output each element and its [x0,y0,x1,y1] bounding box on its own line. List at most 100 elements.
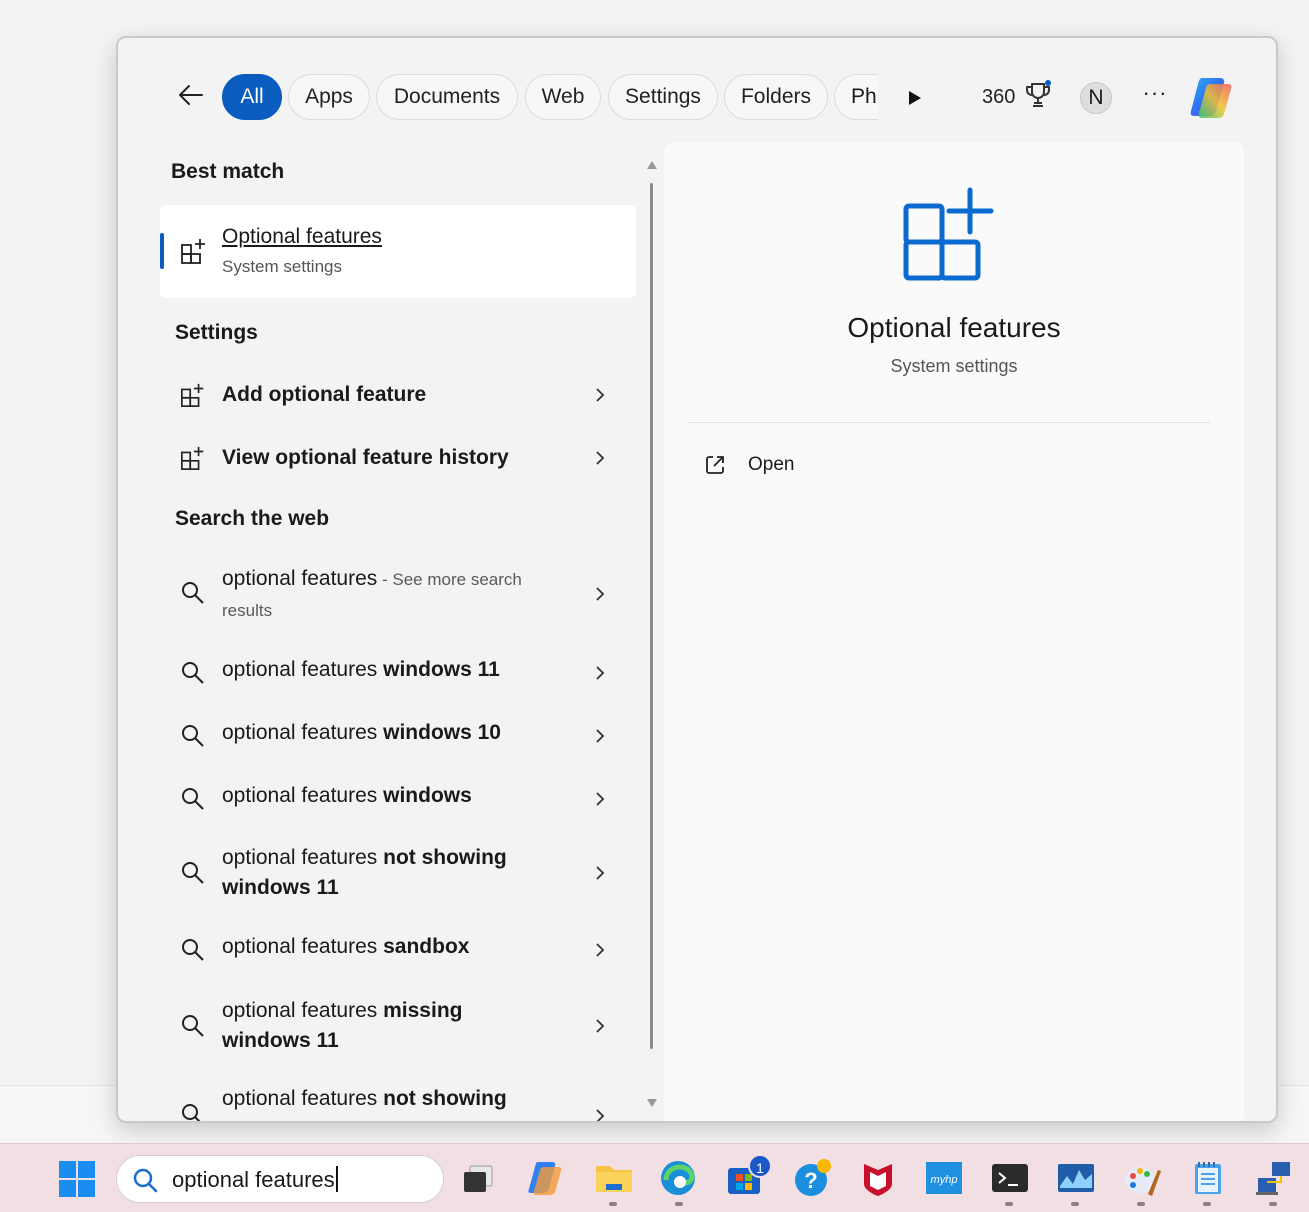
web-result-item[interactable]: optional features windows [160,774,636,824]
chevron-right-icon [596,729,605,743]
running-indicator [1005,1202,1013,1206]
web-result-item[interactable]: optional features missing windows 11 [160,990,636,1062]
running-indicator [1203,1202,1211,1206]
preview-title: Optional features [847,312,1061,343]
get-help-icon[interactable]: ? [792,1158,832,1198]
taskbar: optional features 1 ? myhp [0,1143,1309,1212]
settings-heading: Settings [175,321,258,344]
chevron-right-icon [596,1109,605,1121]
web-result-item[interactable]: optional features sandbox [160,925,636,975]
web-result-query: optional features [222,1087,378,1110]
settings-item-view-optional-feature-history[interactable]: View optional feature history [160,433,636,483]
chevron-right-icon [596,1019,605,1033]
tab-all[interactable]: All [222,74,282,120]
search-icon [182,1104,201,1121]
optional-features-icon [181,446,204,470]
web-result-item[interactable]: optional features not showing [160,1084,636,1121]
web-result-item[interactable]: optional features windows 11 [160,648,636,698]
running-indicator [1269,1202,1277,1206]
selection-indicator [160,233,164,269]
web-result-item[interactable]: optional features windows 10 [160,711,636,761]
search-web-heading: Search the web [175,507,330,530]
chevron-right-icon [596,451,605,465]
best-match-subtitle: System settings [222,257,342,276]
rewards-points: 360 [982,86,1016,108]
best-match-item[interactable]: Optional features System settings [160,205,636,298]
tab-documents[interactable]: Documents [376,74,518,120]
chevron-right-icon [596,943,605,957]
web-result-query: optional features [222,784,378,807]
chevron-right-icon [596,866,605,880]
web-result-query: optional features [222,999,378,1022]
svg-text:?: ? [804,1168,817,1193]
optional-features-icon [181,383,204,407]
copilot-app-icon[interactable] [526,1158,566,1198]
web-result-bold: not showing [377,1087,507,1110]
running-indicator [609,1202,617,1206]
search-icon [182,725,204,747]
taskbar-search-box[interactable]: optional features [116,1155,444,1203]
settings-item-add-optional-feature[interactable]: Add optional feature [160,370,636,420]
best-match-title: Optional features [222,225,382,248]
search-icon [182,582,204,604]
scroll-down-arrow-icon[interactable] [646,1098,658,1108]
results-scrollbar[interactable] [650,183,653,1049]
search-icon [133,1168,158,1193]
optional-features-icon [181,239,205,264]
open-action[interactable]: Open [704,446,904,486]
chevron-right-icon [596,388,605,402]
paint-icon[interactable] [1122,1158,1162,1198]
tab-web[interactable]: Web [525,74,601,120]
terminal-icon[interactable] [990,1158,1030,1198]
copilot-icon[interactable] [1188,74,1236,120]
tab-photos[interactable]: Ph [834,74,878,120]
rewards-trophy-icon[interactable] [1024,80,1052,110]
settings-item-label: Add optional feature [222,383,427,406]
store-notification-badge: 1 [748,1154,772,1178]
filter-bar: All Apps Documents Web Settings Folders … [118,38,1276,148]
web-result-item[interactable]: optional features - See more search resu… [160,558,636,628]
web-result-query: optional features [222,567,378,590]
resource-monitor-icon[interactable] [1056,1158,1096,1198]
edge-icon[interactable] [658,1158,698,1198]
chevron-right-icon [596,666,605,680]
web-result-bold: windows 10 [377,721,501,744]
open-external-icon [706,456,724,474]
running-indicator [675,1202,683,1206]
avatar[interactable]: N [1080,82,1112,114]
open-label: Open [748,454,795,475]
web-result-bold: windows [377,784,472,807]
preview-subtitle: System settings [890,356,1018,376]
scroll-up-arrow-icon[interactable] [646,160,658,170]
search-icon [182,1015,204,1037]
tab-folders[interactable]: Folders [724,74,828,120]
search-icon [182,939,204,961]
back-arrow-icon[interactable] [176,80,206,110]
scroll-tabs-right-icon[interactable] [904,88,924,108]
file-explorer-icon[interactable] [594,1158,634,1198]
taskbar-search-input[interactable]: optional features [172,1167,335,1192]
notepad-icon[interactable] [1188,1158,1228,1198]
windows-start-icon[interactable] [58,1160,96,1198]
best-match-heading: Best match [171,160,285,183]
network-icon[interactable] [1254,1158,1294,1198]
chevron-right-icon [596,587,605,601]
settings-item-label: View optional feature history [222,446,509,469]
text-caret [335,1166,338,1192]
web-result-item[interactable]: optional features not showing windows 11 [160,837,636,909]
running-indicator [1137,1202,1145,1206]
mcafee-icon[interactable] [858,1158,898,1198]
web-result-query: optional features [222,721,378,744]
tab-apps[interactable]: Apps [288,74,370,120]
preview-divider [688,422,1210,423]
task-view-icon[interactable] [460,1158,500,1198]
preview-pane: Optional features System settings Open [664,142,1244,1121]
search-icon [182,662,204,684]
myhp-icon[interactable]: myhp [924,1158,964,1198]
more-options-icon[interactable]: ··· [1140,82,1170,112]
web-result-query: optional features [222,846,378,869]
search-icon [182,862,204,884]
search-panel: All Apps Documents Web Settings Folders … [116,36,1278,1123]
svg-text:myhp: myhp [931,1174,958,1186]
tab-settings[interactable]: Settings [608,74,718,120]
